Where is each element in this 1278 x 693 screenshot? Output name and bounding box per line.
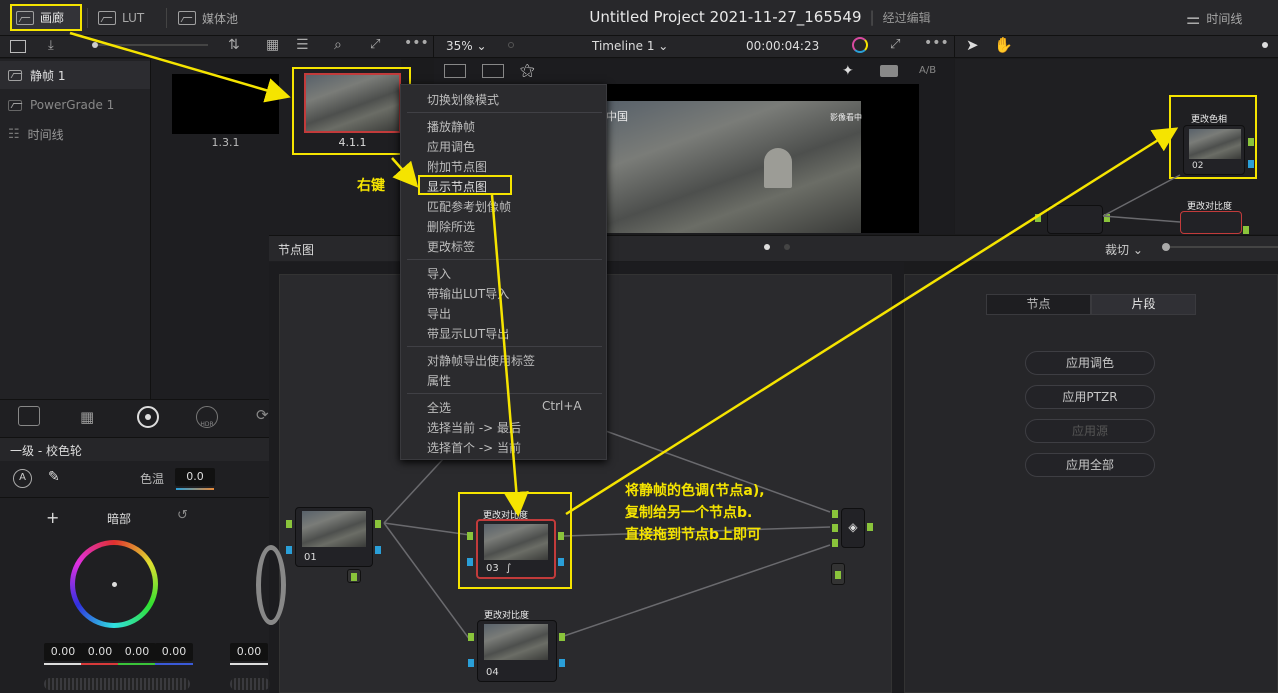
annotation-note: 直接拖到节点b上即可 xyxy=(625,527,762,543)
annotation-right-click: 右键 xyxy=(357,178,385,194)
annotation-note: 将静帧的色调(节点a), xyxy=(625,483,765,499)
annotation-arrows xyxy=(69,31,1179,517)
annotation-note: 复制给另一个节点b. xyxy=(625,505,753,521)
